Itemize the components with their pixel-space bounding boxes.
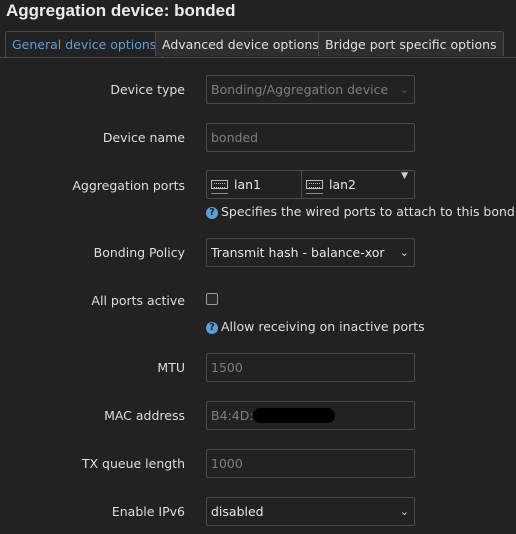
device-type-label: Device type <box>110 82 185 97</box>
tab-general-device-options[interactable]: General device options <box>5 31 164 57</box>
question-circle-icon: ? <box>206 322 218 334</box>
tab-advanced-device-options[interactable]: Advanced device options <box>155 31 326 56</box>
mtu-label: MTU <box>157 360 185 375</box>
ethernet-port-icon <box>306 180 323 189</box>
device-type-value: Bonding/Aggregation device <box>211 82 389 97</box>
aggregation-ports-select[interactable]: lan1 lan2 ▼ <box>206 170 415 199</box>
device-name-input: bonded <box>206 123 415 152</box>
port-chip-lan1[interactable]: lan1 <box>234 171 261 198</box>
bonding-policy-label: Bonding Policy <box>93 245 185 260</box>
mac-address-value: B4:4D: <box>211 408 254 423</box>
tx-queue-length-input[interactable]: 1000 <box>206 449 415 478</box>
all-ports-active-help: ? Allow receiving on inactive ports <box>206 319 425 334</box>
device-name-label: Device name <box>102 130 185 145</box>
port-stand <box>306 189 323 194</box>
enable-ipv6-label: Enable IPv6 <box>111 504 185 519</box>
tab-bar: General device options Advanced device o… <box>0 31 516 58</box>
bonding-policy-value: Transmit hash - balance-xor <box>211 245 385 260</box>
device-type-select: Bonding/Aggregation device ⌄ <box>206 75 415 104</box>
aggregation-ports-label: Aggregation ports <box>72 178 185 193</box>
bonding-policy-select[interactable]: Transmit hash - balance-xor ⌄ <box>206 238 415 267</box>
all-ports-active-label: All ports active <box>91 293 185 308</box>
chevron-down-icon: ⌄ <box>399 246 409 259</box>
enable-ipv6-value: disabled <box>211 504 264 519</box>
caret-down-icon[interactable]: ▼ <box>401 171 408 181</box>
port-divider <box>301 171 302 198</box>
chevron-down-icon: ⌄ <box>399 505 409 518</box>
ethernet-port-icon <box>211 180 228 189</box>
redaction-mark <box>253 408 335 423</box>
question-circle-icon: ? <box>206 207 218 219</box>
tab-bridge-port-specific-options[interactable]: Bridge port specific options <box>318 31 504 56</box>
port-stand <box>211 189 228 194</box>
all-ports-active-checkbox[interactable] <box>206 293 218 305</box>
aggregation-ports-help-text: Specifies the wired ports to attach to t… <box>221 204 516 219</box>
mac-address-input[interactable]: B4:4D: <box>206 401 415 430</box>
aggregation-ports-help: ? Specifies the wired ports to attach to … <box>206 204 516 219</box>
mtu-input[interactable]: 1500 <box>206 353 415 382</box>
page-title: Aggregation device: bonded <box>6 1 236 20</box>
port-chip-lan2[interactable]: lan2 <box>329 171 356 198</box>
enable-ipv6-select[interactable]: disabled ⌄ <box>206 497 415 526</box>
tx-queue-length-label: TX queue length <box>81 456 185 471</box>
chevron-down-icon: ⌄ <box>399 83 409 96</box>
all-ports-active-help-text: Allow receiving on inactive ports <box>221 319 425 334</box>
mac-address-label: MAC address <box>104 408 185 423</box>
